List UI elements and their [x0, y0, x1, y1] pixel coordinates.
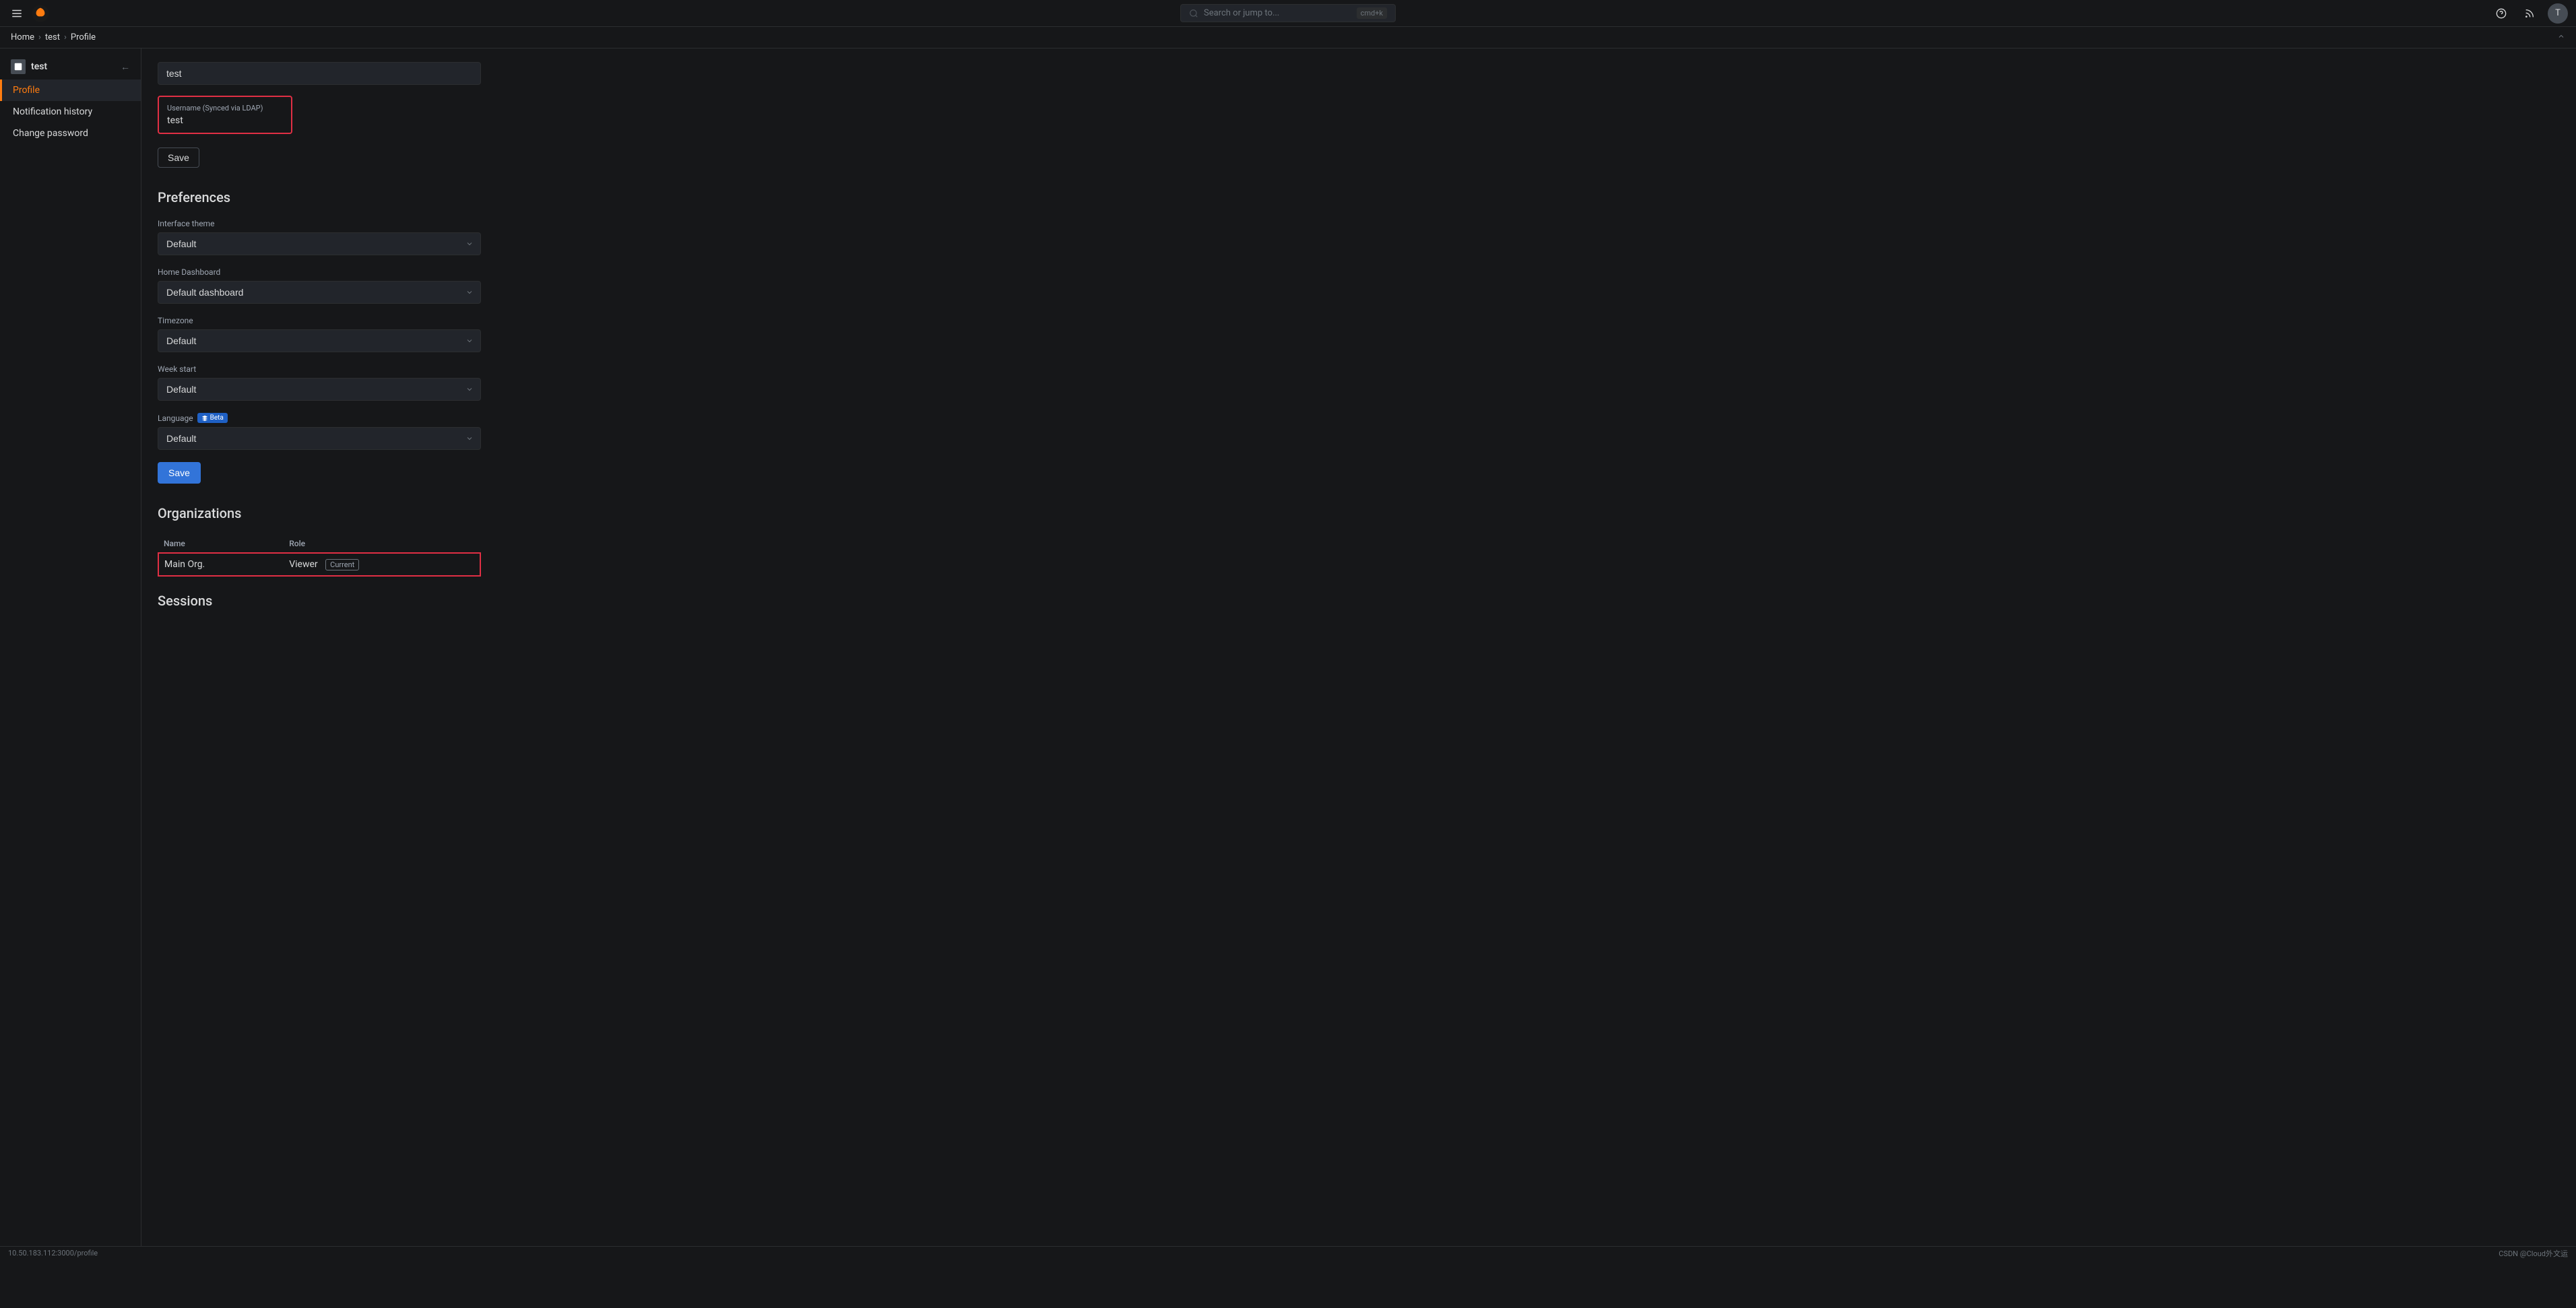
breadcrumb-test[interactable]: test — [45, 32, 60, 42]
status-right-text: CSDN @Cloud外文运 — [2499, 1248, 2568, 1259]
language-label-wrapper: Language Beta — [158, 413, 2560, 423]
home-dashboard-label: Home Dashboard — [158, 267, 2560, 277]
timezone-label: Timezone — [158, 316, 2560, 325]
sidebar-org-name: test — [31, 61, 47, 72]
breadcrumb-sep-2: › — [64, 32, 67, 42]
topbar-right: T — [2491, 3, 2568, 24]
sidebar-org-header: test ← — [0, 54, 141, 79]
breadcrumb-collapse-icon — [2557, 32, 2565, 40]
search-placeholder: Search or jump to... — [1204, 8, 1351, 18]
organizations-section: Organizations Name Role Main Org. Viewer — [158, 505, 2560, 577]
preferences-title: Preferences — [158, 189, 2560, 205]
interface-theme-group: Interface theme Default Dark Light — [158, 219, 2560, 255]
help-button[interactable] — [2491, 3, 2511, 24]
sessions-title: Sessions — [158, 593, 2560, 609]
save-button-preferences[interactable]: Save — [158, 462, 201, 484]
week-start-label: Week start — [158, 364, 2560, 374]
org-row-name: Main Org. — [158, 553, 284, 576]
current-badge: Current — [325, 559, 359, 570]
sidebar-item-label-notification: Notification history — [13, 106, 92, 117]
avatar[interactable]: T — [2548, 3, 2568, 24]
topbar-search-area: Search or jump to... cmd+k — [1180, 4, 1396, 22]
search-shortcut: cmd+k — [1357, 7, 1387, 19]
organizations-table: Name Role Main Org. Viewer Current — [158, 535, 481, 577]
beta-icon — [201, 415, 208, 422]
username-value: test — [167, 115, 283, 126]
org-col-role: Role — [284, 535, 480, 553]
sidebar-item-label-profile: Profile — [13, 85, 40, 96]
breadcrumb-sep-1: › — [38, 32, 41, 42]
main-content: Username (Synced via LDAP) test Save Pre… — [141, 48, 2576, 1260]
sidebar-collapse-button[interactable]: ← — [121, 61, 130, 72]
feed-button[interactable] — [2519, 3, 2540, 24]
app-layout: test ← Profile Notification history Chan… — [0, 48, 2576, 1260]
status-url: 10.50.183.112:3000/profile — [8, 1249, 98, 1257]
sidebar-item-profile[interactable]: Profile — [0, 79, 141, 101]
breadcrumb: Home › test › Profile — [11, 32, 96, 42]
interface-theme-select[interactable]: Default Dark Light — [158, 232, 481, 255]
save-button-top[interactable]: Save — [158, 148, 199, 168]
beta-badge: Beta — [197, 413, 228, 423]
sidebar: test ← Profile Notification history Chan… — [0, 48, 141, 1260]
sessions-section: Sessions — [158, 593, 2560, 609]
breadcrumb-bar: Home › test › Profile — [0, 27, 2576, 48]
breadcrumb-home[interactable]: Home — [11, 32, 34, 42]
sidebar-org-icon — [11, 59, 26, 74]
language-group: Language Beta Default — [158, 413, 2560, 450]
username-field-wrapper: Username (Synced via LDAP) test — [158, 96, 2560, 134]
week-start-select[interactable]: Default Sunday Monday — [158, 378, 481, 401]
home-dashboard-group: Home Dashboard Default dashboard — [158, 267, 2560, 304]
name-input[interactable] — [158, 62, 481, 85]
preferences-section: Preferences Interface theme Default Dark… — [158, 189, 2560, 484]
status-bar: 10.50.183.112:3000/profile CSDN @Cloud外文… — [0, 1246, 2576, 1260]
table-row: Main Org. Viewer Current — [158, 553, 480, 576]
search-box[interactable]: Search or jump to... cmd+k — [1180, 4, 1396, 22]
name-field — [158, 62, 2560, 85]
week-start-group: Week start Default Sunday Monday — [158, 364, 2560, 401]
sidebar-item-notification-history[interactable]: Notification history — [0, 101, 141, 123]
username-label: Username (Synced via LDAP) — [167, 104, 283, 112]
org-col-name: Name — [158, 535, 284, 553]
org-row-role: Viewer Current — [284, 553, 480, 576]
language-label: Language — [158, 414, 193, 423]
search-icon — [1189, 9, 1198, 18]
timezone-select[interactable]: Default UTC Browser — [158, 329, 481, 352]
grafana-logo — [31, 4, 50, 23]
language-select[interactable]: Default — [158, 427, 481, 450]
organizations-title: Organizations — [158, 505, 2560, 521]
timezone-group: Timezone Default UTC Browser — [158, 316, 2560, 352]
breadcrumb-current: Profile — [71, 32, 96, 42]
home-dashboard-select[interactable]: Default dashboard — [158, 281, 481, 304]
topbar-left — [8, 4, 50, 23]
topbar: Search or jump to... cmd+k T — [0, 0, 2576, 27]
sidebar-item-change-password[interactable]: Change password — [0, 123, 141, 144]
sidebar-item-label-change-password: Change password — [13, 128, 88, 139]
interface-theme-label: Interface theme — [158, 219, 2560, 228]
hamburger-button[interactable] — [8, 5, 26, 22]
